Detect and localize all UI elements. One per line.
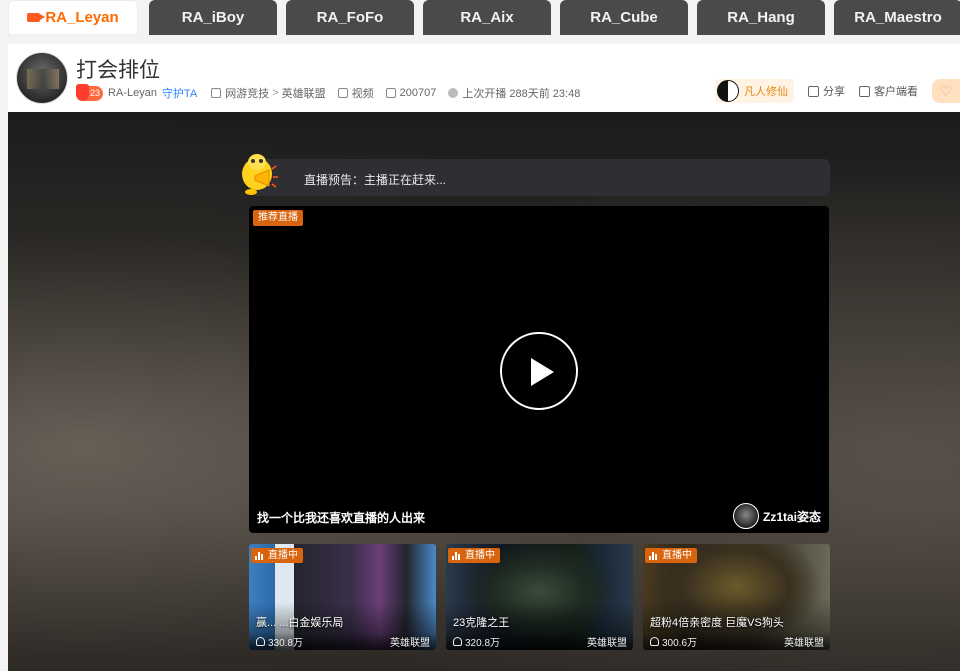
game-link[interactable]: 英雄联盟	[282, 85, 326, 101]
tab-label: RA_Leyan	[45, 9, 119, 26]
tab-label: RA_Hang	[727, 9, 795, 26]
card-game: 英雄联盟	[587, 638, 627, 649]
card-title: 赢... ...白金娱乐局	[256, 617, 344, 629]
viewer-count: 330.8万	[256, 634, 303, 649]
tab-ra-hang[interactable]: RA_Hang	[697, 0, 825, 35]
live-tag-label: 直播中	[268, 550, 298, 561]
header-actions: 凡人修仙 分享 客户端看 ♡	[715, 79, 960, 103]
follow-button[interactable]: ♡	[932, 79, 960, 103]
card-game: 英雄联盟	[390, 638, 430, 649]
client-watch-label: 客户端看	[874, 86, 918, 98]
anchor-avatar[interactable]	[16, 52, 68, 104]
live-tag: 直播中	[645, 548, 697, 563]
recommend-tag: 推荐直播	[253, 210, 303, 226]
last-live: 上次开播 288天前 23:48	[448, 85, 580, 101]
streamer-avatar	[732, 503, 759, 529]
video-icon	[337, 88, 348, 98]
video-title: 找一个比我还喜欢直播的人出来	[257, 511, 426, 525]
guard-link[interactable]: 守护TA	[162, 85, 197, 101]
room-title: 打会排位	[76, 59, 160, 82]
card-footer: 320.8万 英雄联盟	[446, 633, 633, 650]
fanren-label: 凡人修仙	[744, 86, 788, 98]
play-icon	[211, 88, 222, 98]
video-player[interactable]: 推荐直播 找一个比我还喜欢直播的人出来 Zz1tai姿态	[249, 206, 829, 533]
recommend-list: 直播中 赢... ...白金娱乐局 330.8万 英雄联盟 直播中 23克隆之王	[249, 544, 830, 650]
share-label: 分享	[823, 86, 845, 98]
user-icon	[650, 637, 659, 646]
tab-label: RA_Maestro	[854, 9, 942, 26]
live-notice: 直播预告：主播正在赶来...	[250, 159, 830, 196]
share-icon	[808, 85, 819, 97]
live-tag-label: 直播中	[465, 550, 495, 561]
room-header: 打会排位 23 RA-Leyan 守护TA 网游竞技 > 英雄联盟 视频 200…	[8, 44, 960, 112]
tab-label: RA_FoFo	[316, 9, 384, 26]
camera-icon	[27, 13, 46, 22]
user-icon	[256, 637, 265, 646]
category-breadcrumb: 网游竞技 > 英雄联盟	[211, 85, 326, 101]
live-card[interactable]: 直播中 超粉4倍亲密度 巨魔VS狗头 300.6万 英雄联盟	[643, 544, 830, 650]
live-bars-icon	[255, 551, 264, 560]
room-id-value: 200707	[399, 87, 437, 99]
tab-ra-maestro[interactable]: RA_Maestro	[834, 0, 960, 35]
streamer-tabs: RA_Leyan RA_iBoy RA_FoFo RA_Aix RA_Cube …	[0, 0, 960, 37]
tab-ra-cube[interactable]: RA_Cube	[560, 0, 688, 35]
share-button[interactable]: 分享	[808, 83, 845, 99]
client-watch-button[interactable]: 客户端看	[859, 83, 918, 99]
card-footer: 330.8万 英雄联盟	[249, 633, 436, 650]
last-live-text: 上次开播 288天前 23:48	[462, 88, 581, 100]
user-icon	[453, 637, 462, 646]
tab-label: RA_iBoy	[181, 9, 245, 26]
viewer-count-value: 300.6万	[662, 638, 698, 649]
streamer-name: Zz1tai姿态	[762, 509, 821, 524]
fanren-banner[interactable]: 凡人修仙	[715, 79, 794, 103]
play-button[interactable]	[500, 332, 578, 410]
video-label: 视频	[351, 88, 374, 100]
viewer-count-value: 320.8万	[465, 638, 501, 649]
home-icon	[385, 88, 396, 98]
viewer-count: 320.8万	[453, 634, 500, 649]
card-game: 英雄联盟	[784, 638, 824, 649]
viewer-count-value: 330.8万	[268, 638, 304, 649]
live-bars-icon	[649, 551, 658, 560]
clock-icon	[448, 88, 459, 98]
anchor-name[interactable]: RA-Leyan	[108, 87, 157, 99]
tab-label: RA_Cube	[590, 9, 658, 26]
live-bars-icon	[452, 551, 461, 560]
live-tag: 直播中	[251, 548, 303, 563]
live-tag-label: 直播中	[662, 550, 692, 561]
video-link[interactable]: 视频	[337, 85, 374, 101]
tab-ra-fofo[interactable]: RA_FoFo	[286, 0, 414, 35]
category-link[interactable]: 网游竞技	[225, 85, 269, 101]
room-id: 200707	[385, 87, 437, 99]
recommended-streamer[interactable]: Zz1tai姿态	[732, 502, 821, 530]
checkbox-icon	[859, 85, 870, 97]
tab-ra-leyan[interactable]: RA_Leyan	[8, 0, 138, 35]
room-meta: 23 RA-Leyan 守护TA 网游竞技 > 英雄联盟 视频 200707 上…	[76, 83, 592, 101]
tab-ra-aix[interactable]: RA_Aix	[423, 0, 551, 35]
live-card[interactable]: 直播中 赢... ...白金娱乐局 330.8万 英雄联盟	[249, 544, 436, 650]
badge-level: 23	[90, 88, 101, 98]
notice-text: 直播预告：主播正在赶来...	[304, 173, 447, 187]
heart-icon: ♡	[939, 82, 953, 99]
tab-ra-iboy[interactable]: RA_iBoy	[149, 0, 277, 35]
card-title: 23克隆之王	[453, 617, 510, 629]
taiji-icon	[717, 80, 739, 102]
mascot-megaphone-icon	[242, 154, 278, 195]
player-stage: 直播预告：主播正在赶来... 推荐直播 找一个比我还喜欢直播的人出来 Zz1ta…	[8, 112, 960, 671]
card-title: 超粉4倍亲密度 巨魔VS狗头	[650, 617, 784, 629]
live-tag: 直播中	[448, 548, 500, 563]
breadcrumb-separator: >	[272, 87, 279, 99]
viewer-count: 300.6万	[650, 634, 697, 649]
live-card[interactable]: 直播中 23克隆之王 320.8万 英雄联盟	[446, 544, 633, 650]
card-footer: 300.6万 英雄联盟	[643, 633, 830, 650]
tab-label: RA_Aix	[460, 9, 514, 26]
fan-badge: 23	[76, 83, 104, 101]
